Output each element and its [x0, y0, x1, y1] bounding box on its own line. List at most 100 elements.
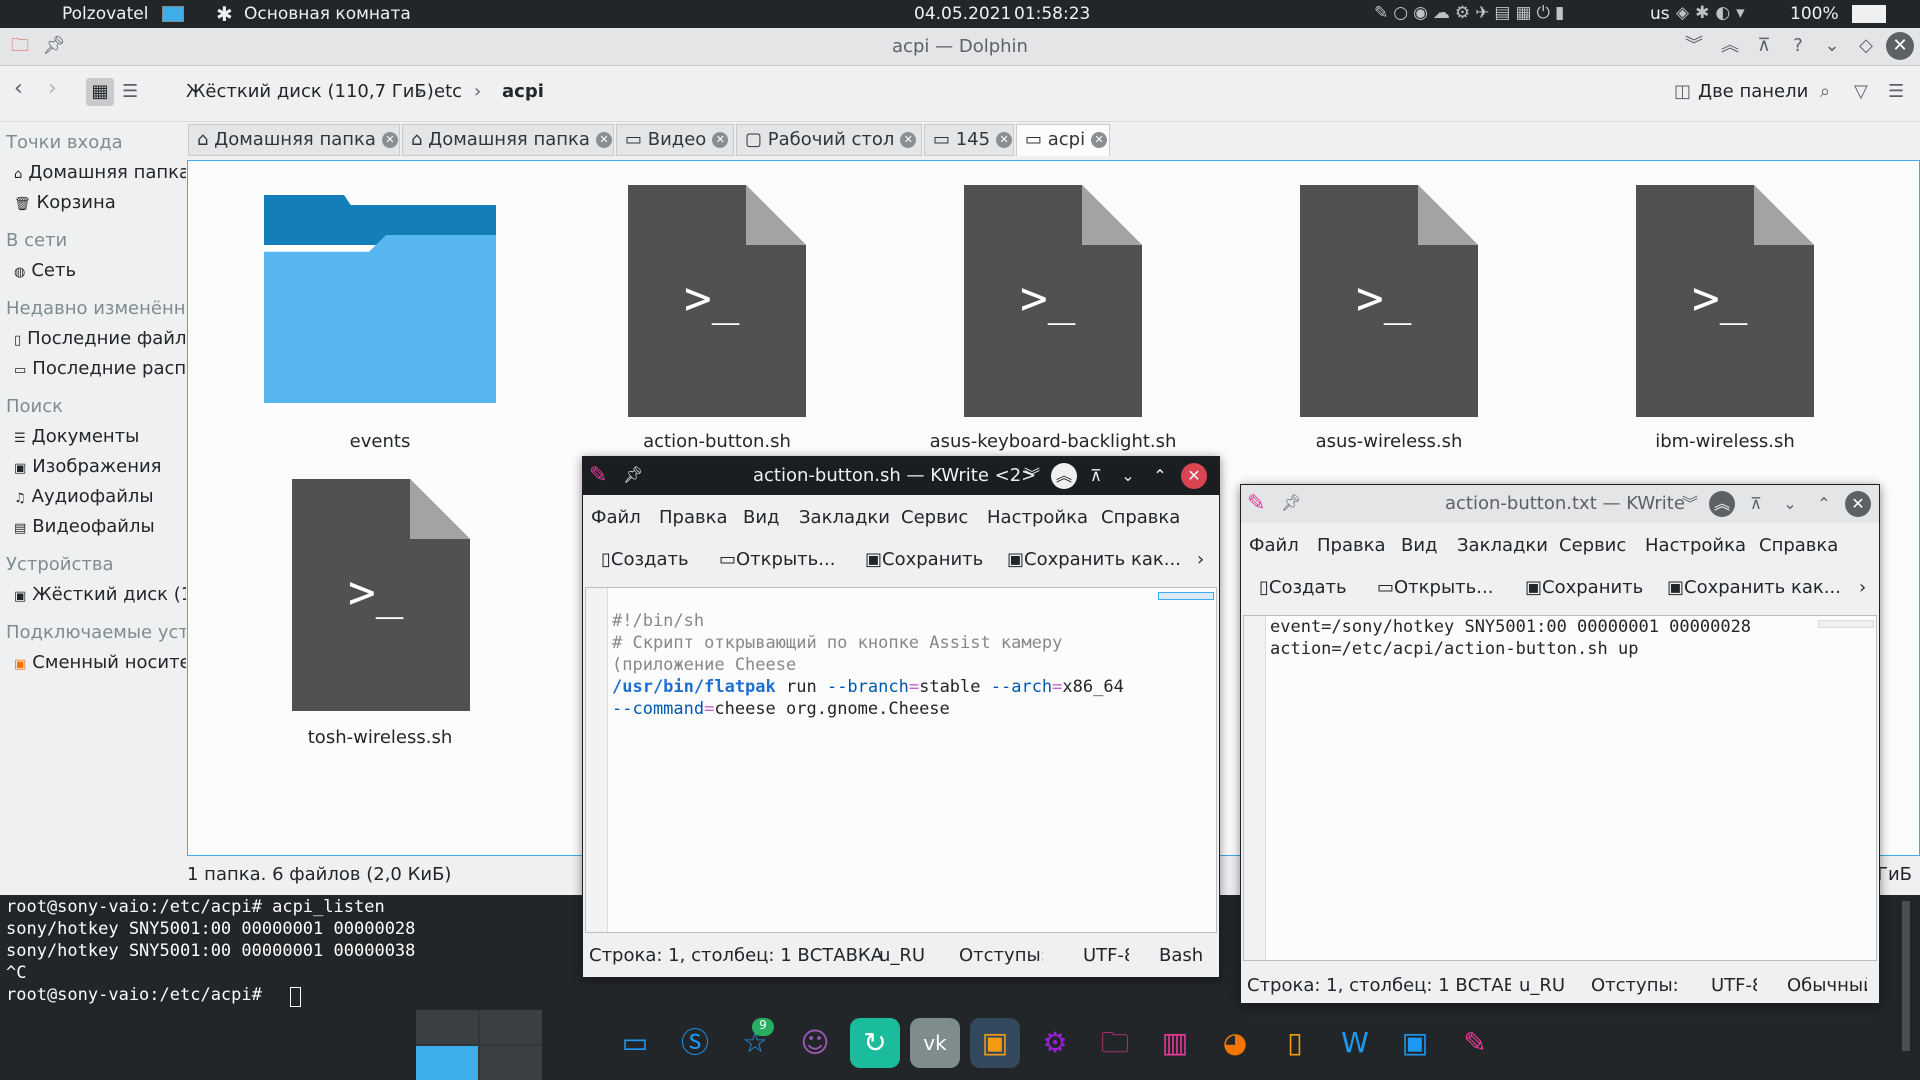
place-audio[interactable]: ♫ Аудиофайлы — [14, 486, 154, 507]
file-action-button[interactable]: >_ — [628, 185, 806, 417]
open-button[interactable]: ▭ Открыть... — [1377, 577, 1493, 598]
menu-icon[interactable]: ☰ — [1888, 81, 1904, 102]
place-trash[interactable]: 🗑︎ Корзина — [14, 192, 116, 213]
window-titlebar[interactable]: ✎ 📌︎ action-button.sh — KWrite <2> ︾ ︽ ⊼… — [583, 457, 1219, 495]
close-tab-icon[interactable]: ✕ — [381, 132, 398, 148]
close-tab-icon[interactable]: ✕ — [1091, 132, 1108, 148]
keep-above-icon[interactable]: ︽ — [1709, 491, 1735, 517]
window-titlebar[interactable]: ✎ 📌︎ action-button.txt — KWrite ︾ ︽ ⊼ ⌄ … — [1241, 485, 1879, 523]
menu-settings[interactable]: Настройка — [1645, 535, 1746, 556]
breadcrumb-etc[interactable]: etc — [434, 81, 462, 102]
pin-icon[interactable]: 📌︎ — [623, 465, 643, 484]
shade-icon[interactable]: ︾ — [1677, 491, 1703, 517]
indent-select[interactable]: Отступы: 4 — [1591, 975, 1679, 996]
place-hard-disk[interactable]: ▣ Жёсткий диск (110,7 ГиБ) — [14, 584, 186, 605]
breadcrumb-acpi[interactable]: acpi — [502, 81, 544, 102]
encoding-select[interactable]: UTF-8 — [1711, 975, 1757, 996]
dictionary-select[interactable]: u_RU — [1519, 975, 1575, 996]
wifi-icon[interactable]: ◈✱◐▾ — [1676, 3, 1751, 23]
mode-select[interactable]: Bash — [1159, 945, 1203, 966]
mode-select[interactable]: Обычный — [1787, 975, 1867, 996]
maximize-icon[interactable]: ◇ — [1852, 32, 1880, 60]
tab-145[interactable]: ▭ 145 ✕ — [924, 124, 1014, 156]
more-icon[interactable]: › — [1859, 577, 1866, 598]
place-images[interactable]: ▣ Изображения — [14, 456, 162, 477]
tray-icons[interactable]: ✎○◉☁⚙✈▤▦⏻▮ — [1374, 3, 1569, 23]
menu-view[interactable]: Вид — [743, 507, 780, 528]
place-home[interactable]: ⌂ Домашняя папка — [14, 162, 186, 183]
menu-edit[interactable]: Правка — [659, 507, 728, 528]
keep-top-icon[interactable]: ⊼ — [1083, 463, 1109, 489]
place-documents[interactable]: ☰ Документы — [14, 426, 139, 447]
close-tab-icon[interactable]: ✕ — [900, 132, 917, 148]
back-icon[interactable]: ‹ — [14, 76, 23, 101]
kwrite-window-1[interactable]: ✎ 📌︎ action-button.sh — KWrite <2> ︾ ︽ ⊼… — [582, 456, 1220, 978]
pin-icon[interactable]: 📌︎ — [1281, 493, 1301, 512]
office-icon[interactable]: ▯ — [1270, 1018, 1320, 1068]
menu-settings[interactable]: Настройка — [987, 507, 1088, 528]
place-removable[interactable]: ▣ Сменный носитель — [14, 652, 186, 673]
kwrite-dock-icon[interactable]: ✎ — [1450, 1018, 1500, 1068]
tab-video[interactable]: ▭ Видео ✕ — [616, 124, 734, 156]
activity-name[interactable]: Основная комната — [244, 4, 411, 24]
kwrite-window-2[interactable]: ✎ 📌︎ action-button.txt — KWrite ︾ ︽ ⊼ ⌄ … — [1240, 484, 1880, 1004]
save-button[interactable]: ▣ Сохранить — [865, 549, 983, 570]
close-tab-icon[interactable]: ✕ — [712, 132, 729, 148]
maximize-icon[interactable]: ⌃ — [1811, 491, 1837, 517]
menu-file[interactable]: Файл — [1249, 535, 1299, 556]
close-icon[interactable]: ✕ — [1845, 491, 1871, 517]
save-as-button[interactable]: ▣ Сохранить как... — [1007, 549, 1181, 570]
desktop-pager-icon[interactable] — [162, 6, 184, 22]
cursor-position[interactable]: Строка: 1, столбец: 1 ВСТАВКА — [589, 945, 883, 966]
details-view-icon[interactable]: ☰ — [122, 81, 138, 102]
save-button[interactable]: ▣ Сохранить — [1525, 577, 1643, 598]
clock[interactable]: 01:58:23 — [1014, 4, 1090, 24]
shade-icon[interactable]: ︾ — [1680, 32, 1708, 60]
close-tab-icon[interactable]: ✕ — [996, 132, 1013, 148]
filter-icon[interactable]: ▽ — [1854, 81, 1868, 102]
battery-label[interactable]: 100% — [1790, 4, 1839, 24]
screenshot-icon[interactable]: ▣ — [970, 1018, 1020, 1068]
breadcrumb-disk[interactable]: Жёсткий диск (110,7 ГиБ) — [186, 81, 434, 102]
file-manager-icon[interactable]: 🗀︎ — [1090, 1018, 1140, 1068]
keep-top-icon[interactable]: ⊼ — [1750, 32, 1778, 60]
battery-icon[interactable] — [1852, 5, 1886, 23]
help-icon[interactable]: ? — [1784, 32, 1812, 60]
menu-view[interactable]: Вид — [1401, 535, 1438, 556]
window-titlebar[interactable]: 🗀 📌︎ acpi — Dolphin ︾ ︽ ⊼ ? ⌄ ◇ ✕ — [0, 28, 1920, 66]
minimap[interactable] — [1158, 592, 1214, 600]
close-tab-icon[interactable]: ✕ — [595, 132, 612, 148]
tab-home-2[interactable]: ⌂ Домашняя папка ✕ — [402, 124, 614, 156]
new-button[interactable]: ▯ Создать — [1259, 577, 1347, 598]
minimize-icon[interactable]: ⌄ — [1115, 463, 1141, 489]
split-view-button[interactable]: Две панели — [1698, 81, 1808, 102]
code-area[interactable]: #!/bin/sh # Скрипт открывающий по кнопке… — [612, 588, 1124, 720]
date[interactable]: 04.05.2021 — [914, 4, 1011, 24]
file-ibm-wireless[interactable]: >_ — [1636, 185, 1814, 417]
settings-icon[interactable]: ⚙ — [1030, 1018, 1080, 1068]
tab-home-1[interactable]: ⌂ Домашняя папка ✕ — [188, 124, 400, 156]
menu-file[interactable]: Файл — [591, 507, 641, 528]
firefox-icon[interactable]: ◕ — [1210, 1018, 1260, 1068]
menu-bookmarks[interactable]: Закладки — [1457, 535, 1548, 556]
encoding-select[interactable]: UTF-8 — [1083, 945, 1129, 966]
place-video[interactable]: ▤ Видеофайлы — [14, 516, 155, 537]
search-icon[interactable]: ⌕ — [1820, 81, 1830, 102]
folder-events[interactable] — [264, 195, 496, 403]
menu-tools[interactable]: Сервис — [901, 507, 968, 528]
messenger-icon[interactable]: ↻ — [850, 1018, 900, 1068]
tab-desktop[interactable]: ▢ Рабочий стол ✕ — [736, 124, 922, 156]
keep-top-icon[interactable]: ⊼ — [1743, 491, 1769, 517]
close-icon[interactable]: ✕ — [1886, 32, 1914, 60]
text-editor[interactable]: event=/sony/hotkey SNY5001:00 00000001 0… — [1243, 615, 1877, 961]
menu-edit[interactable]: Правка — [1317, 535, 1386, 556]
file-asus-keyboard-backlight[interactable]: >_ — [964, 185, 1142, 417]
close-icon[interactable]: ✕ — [1181, 463, 1207, 489]
keyboard-layout[interactable]: us — [1650, 4, 1670, 24]
open-button[interactable]: ▭ Открыть... — [719, 549, 835, 570]
store-icon[interactable]: ▥ — [1150, 1018, 1200, 1068]
skype-icon[interactable]: Ⓢ — [670, 1018, 720, 1068]
more-icon[interactable]: › — [1197, 549, 1204, 570]
code-area[interactable]: event=/sony/hotkey SNY5001:00 00000001 0… — [1270, 616, 1751, 660]
minimize-icon[interactable]: ⌄ — [1777, 491, 1803, 517]
